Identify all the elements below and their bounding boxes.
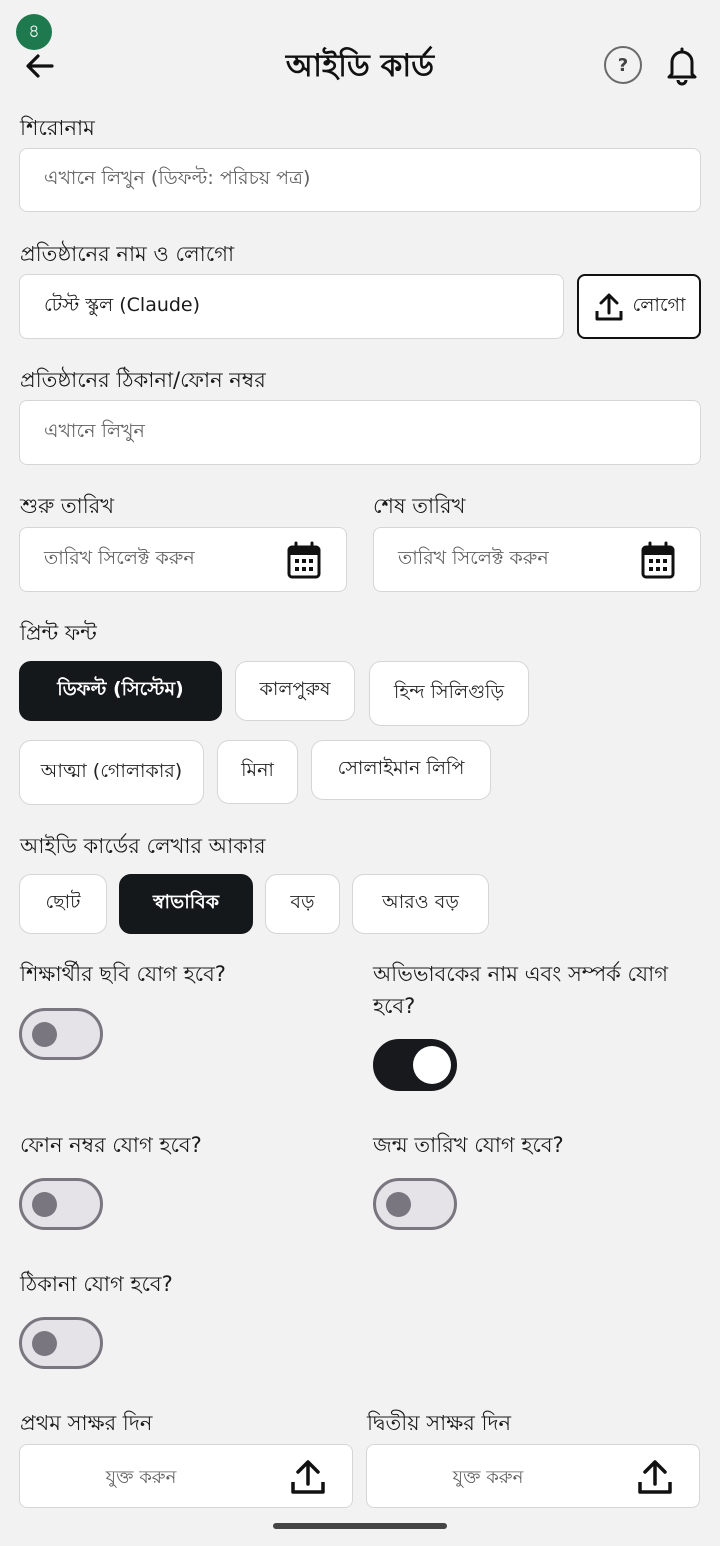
toggle-knob: [32, 1022, 57, 1047]
title-label: শিরোনাম: [20, 116, 95, 140]
title-placeholder: এখানে লিখুন (ডিফল্ট: পরিচয় পত্র): [44, 167, 311, 189]
end-date-field[interactable]: তারিখ সিলেক্ট করুন: [373, 527, 701, 592]
toggle-knob: [32, 1192, 57, 1217]
id-card-screen: ৪ আইডি কার্ড ? শিরোনাম এখানে লিখুন (ডিফল…: [0, 0, 720, 1546]
font-chip-kalpurush[interactable]: কালপুরুষ: [235, 661, 355, 721]
upload-icon: [595, 293, 622, 320]
photo-toggle[interactable]: [19, 1008, 103, 1060]
calendar-icon: [287, 541, 321, 579]
logo-upload-button[interactable]: লোগো: [577, 274, 701, 339]
guardian-toggle-label: অভিভাবকের নাম এবং সম্পর্ক যোগ হবে?: [373, 962, 669, 1018]
org-label: প্রতিষ্ঠানের নাম ও লোগো: [20, 242, 235, 266]
address-toggle-label: ঠিকানা যোগ হবে?: [20, 1272, 173, 1296]
signature-2-label: দ্বিতীয় সাক্ষর দিন: [367, 1411, 512, 1435]
toggle-knob: [386, 1192, 411, 1217]
size-chip-large[interactable]: বড়: [265, 874, 340, 934]
dob-toggle[interactable]: [373, 1178, 457, 1230]
signature-2-upload[interactable]: যুক্ত করুন: [366, 1444, 700, 1508]
phone-toggle-label: ফোন নম্বর যোগ হবে?: [20, 1133, 202, 1157]
signature-1-label: প্রথম সাক্ষর দিন: [20, 1411, 153, 1435]
start-date-label: শুরু তারিখ: [20, 494, 115, 518]
signature-1-upload[interactable]: যুক্ত করুন: [19, 1444, 353, 1508]
photo-toggle-label: শিক্ষার্থীর ছবি যোগ হবে?: [20, 962, 226, 986]
size-chip-normal[interactable]: স্বাভাবিক: [119, 874, 253, 934]
signature-1-upload-text: যুক্ত করুন: [105, 1467, 177, 1488]
home-indicator[interactable]: [273, 1523, 447, 1529]
font-chip-hind-siliguri[interactable]: হিন্দ সিলিগুড়ি: [369, 661, 529, 726]
font-chip-solaimanlipi[interactable]: সোলাইমান লিপি: [311, 740, 491, 800]
dob-toggle-label: জন্ম তারিখ যোগ হবে?: [373, 1133, 564, 1157]
org-name-value: টেস্ট স্কুল (Claude): [44, 293, 201, 316]
logo-button-label: লোগো: [632, 293, 686, 316]
address-label: প্রতিষ্ঠানের ঠিকানা/ফোন নম্বর: [20, 368, 266, 392]
phone-toggle[interactable]: [19, 1178, 103, 1230]
font-chip-atma[interactable]: আত্মা (গোলাকার): [19, 740, 204, 805]
calendar-icon: [641, 541, 675, 579]
help-icon: ?: [617, 54, 629, 76]
notification-button[interactable]: [664, 44, 700, 86]
toggle-knob: [32, 1331, 57, 1356]
address-placeholder: এখানে লিখুন: [44, 419, 145, 442]
title-input[interactable]: এখানে লিখুন (ডিফল্ট: পরিচয় পত্র): [19, 148, 701, 212]
signature-2-upload-text: যুক্ত করুন: [452, 1467, 524, 1488]
upload-icon: [291, 1460, 325, 1494]
guardian-toggle[interactable]: [373, 1039, 457, 1091]
bell-icon: [667, 47, 697, 86]
size-chip-larger[interactable]: আরও বড়: [352, 874, 489, 934]
upload-icon: [638, 1460, 672, 1494]
font-chip-mina[interactable]: মিনা: [217, 740, 298, 804]
font-chip-default[interactable]: ডিফল্ট (সিস্টেম): [19, 661, 222, 721]
address-input[interactable]: এখানে লিখুন: [19, 400, 701, 465]
size-label: আইডি কার্ডের লেখার আকার: [20, 834, 266, 858]
end-date-label: শেষ তারিখ: [373, 494, 466, 518]
start-date-field[interactable]: তারিখ সিলেক্ট করুন: [19, 527, 347, 592]
font-label: প্রিন্ট ফন্ট: [20, 621, 97, 645]
org-name-input[interactable]: টেস্ট স্কুল (Claude): [19, 274, 564, 339]
help-button[interactable]: ?: [604, 46, 642, 84]
address-toggle[interactable]: [19, 1317, 103, 1369]
start-date-placeholder: তারিখ সিলেক্ট করুন: [44, 546, 195, 569]
toggle-knob: [413, 1046, 451, 1084]
end-date-placeholder: তারিখ সিলেক্ট করুন: [398, 546, 549, 569]
size-chip-small[interactable]: ছোট: [19, 874, 107, 934]
